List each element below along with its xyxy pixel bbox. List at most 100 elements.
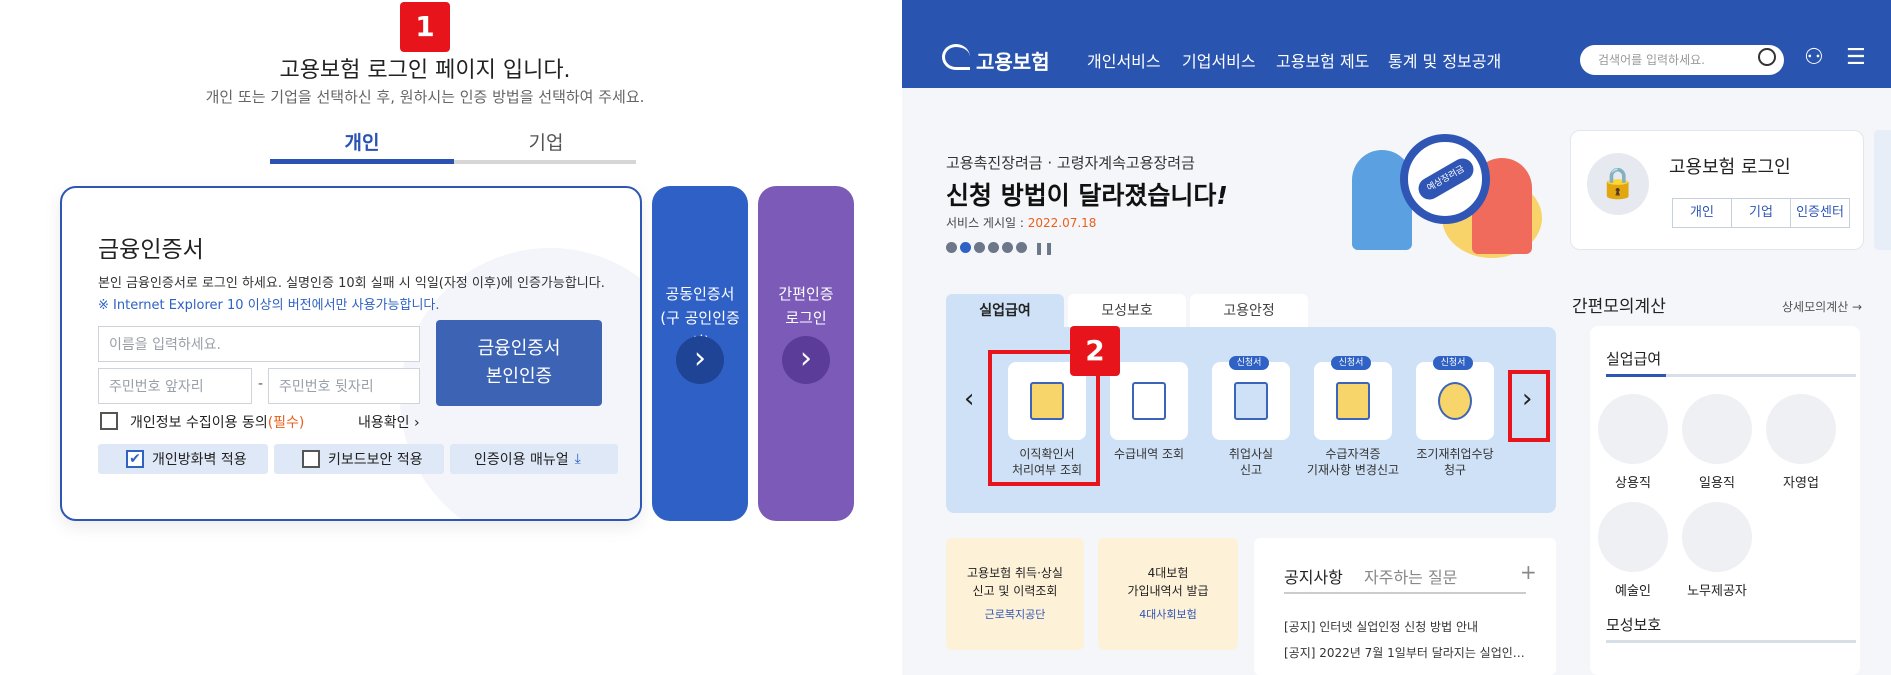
login-business-button[interactable]: 기업	[1731, 198, 1791, 228]
search-input[interactable]: 검색어를 입력하세요.	[1580, 45, 1784, 75]
user-icon[interactable]: ⚇	[1804, 46, 1826, 70]
illustration-sign: 예상장려금	[1414, 154, 1478, 204]
nav-business-services[interactable]: 기업서비스	[1182, 48, 1256, 72]
quick-card-line1: 4대보험	[1147, 566, 1189, 580]
auth-button-line1: 금융인증서	[477, 338, 561, 359]
logo-text[interactable]: 고용보험	[976, 46, 1050, 75]
calc-item-label[interactable]: 자영업	[1756, 472, 1846, 491]
badge-application: 신청서	[1433, 356, 1473, 370]
calc-item-label[interactable]: 일용직	[1672, 472, 1762, 491]
calc-section-maternity: 모성보호	[1606, 616, 1662, 634]
tab-business[interactable]: 기업	[454, 128, 638, 155]
badge-application: 신청서	[1229, 356, 1269, 370]
page-title: 고용보험 로그인 페이지 입니다.	[279, 58, 571, 83]
annotation-marker-1: 1	[400, 2, 450, 52]
keyboard-security-option[interactable]: 키보드보안 적용	[274, 444, 444, 474]
slide-dot[interactable]	[946, 242, 957, 253]
simple-auth-button[interactable]: 간편인증 로그인 ›	[758, 186, 854, 521]
manual-label: 인증이용 매뉴얼	[474, 452, 569, 468]
lock-icon: 🔒	[1587, 153, 1649, 215]
more-icon[interactable]: +	[1520, 560, 1537, 584]
banner-illustration: 예상장려금	[1322, 128, 1552, 258]
palette-icon[interactable]	[1598, 502, 1668, 572]
auth-button-line2: 본인인증	[485, 366, 553, 387]
name-input[interactable]: 이름을 입력하세요.	[98, 326, 420, 362]
service-icon-card[interactable]	[1110, 362, 1188, 440]
calc-item-label[interactable]: 노무제공자	[1672, 580, 1762, 599]
cert-card-title: 금융인증서	[98, 237, 204, 263]
consent-link-text: 내용확인	[358, 415, 410, 431]
financial-cert-auth-button[interactable]: 금융인증서 본인인증	[436, 320, 602, 406]
tab-unemployment-benefit[interactable]: 실업급여	[946, 294, 1064, 328]
pause-icon[interactable]: ❚❚	[1034, 241, 1054, 255]
slide-dot[interactable]	[988, 242, 999, 253]
clock-coins-icon[interactable]	[1682, 394, 1752, 464]
service-label-line1: 수급내역 조회	[1113, 447, 1185, 461]
service-icon-card[interactable]	[1314, 362, 1392, 440]
quick-card-line1: 고용보험 취득·상실	[967, 566, 1063, 580]
tab-personal[interactable]: 개인	[270, 128, 454, 155]
service-label-line2: 청구	[1443, 463, 1467, 477]
service-icon-card[interactable]	[1212, 362, 1290, 440]
rrn-back-input[interactable]: 주민번호 뒷자리	[268, 368, 420, 404]
notice-item[interactable]: [공지] 2022년 7월 1일부터 달라지는 실업인…	[1284, 644, 1525, 661]
consent-label: 개인정보 수집이용 동의(필수)	[130, 412, 304, 432]
login-personal-button[interactable]: 개인	[1672, 198, 1732, 228]
service-label[interactable]: 취업사실 신고	[1196, 446, 1306, 478]
login-cert-center-button[interactable]: 인증센터	[1790, 198, 1850, 228]
checkbox-checked-icon: ✔	[126, 450, 144, 468]
tab-employment-stability[interactable]: 고용안정	[1190, 294, 1308, 328]
notice-item[interactable]: [공지] 인터넷 실업인정 신청 방법 안내	[1284, 618, 1478, 635]
banner-headline[interactable]: 신청 방법이 달라졌습니다!	[946, 176, 1228, 212]
service-label-line1: 취업사실	[1228, 447, 1274, 461]
quick-card-insurance-history[interactable]: 고용보험 취득·상실 신고 및 이력조회 근로복지공단	[946, 538, 1084, 650]
calc-item-label[interactable]: 상용직	[1588, 472, 1678, 491]
slide-dot[interactable]	[974, 242, 985, 253]
joint-cert-button[interactable]: 공동인증서 (구 공인인증서) ›	[652, 186, 748, 521]
quick-card-org: 4대사회보험	[1139, 608, 1197, 621]
search-icon[interactable]	[1758, 48, 1776, 66]
chevron-right-icon[interactable]: ›	[1522, 384, 1532, 414]
divider-active	[1606, 374, 1666, 377]
service-label-line2: 기재사항 변경신고	[1306, 463, 1400, 477]
calendar-coins-icon[interactable]	[1598, 394, 1668, 464]
simple-auth-line1: 간편인증	[778, 285, 834, 303]
chevron-left-icon[interactable]: ‹	[964, 384, 974, 414]
side-quick-tab[interactable]	[1874, 130, 1891, 250]
tab-notice[interactable]: 공지사항	[1284, 564, 1343, 588]
manual-download-button[interactable]: 인증이용 매뉴얼 ⤓	[450, 444, 618, 474]
quick-card-line2: 가입내역서 발급	[1127, 584, 1209, 598]
consent-view-link[interactable]: 내용확인 ›	[358, 412, 420, 432]
service-label[interactable]: 조기재취업수당 청구	[1400, 446, 1510, 478]
banner-date-value: 2022.07.18	[1027, 216, 1097, 230]
consent-checkbox[interactable]	[100, 412, 118, 430]
tab-faq[interactable]: 자주하는 질문	[1364, 564, 1457, 588]
nav-statistics[interactable]: 통계 및 정보공개	[1388, 48, 1501, 72]
badge-application: 신청서	[1331, 356, 1371, 370]
page-subtitle: 개인 또는 기업을 선택하신 후, 원하시는 인증 방법을 선택하여 주세요.	[205, 88, 645, 106]
banner-date-label: 서비스 게시일 :	[946, 216, 1028, 230]
banner-headline-mark: !	[1216, 181, 1228, 210]
simple-auth-line2: 로그인	[785, 309, 827, 327]
store-icon[interactable]	[1766, 394, 1836, 464]
service-label[interactable]: 수급자격증 기재사항 변경신고	[1298, 446, 1408, 478]
slide-dot[interactable]	[1016, 242, 1027, 253]
rrn-front-input[interactable]: 주민번호 앞자리	[98, 368, 252, 404]
nav-insurance-system[interactable]: 고용보험 제도	[1276, 48, 1369, 72]
service-label[interactable]: 수급내역 조회	[1094, 446, 1204, 462]
calc-item-label[interactable]: 예술인	[1588, 580, 1678, 599]
quick-card-four-insurance[interactable]: 4대보험 가입내역서 발급 4대사회보험	[1098, 538, 1238, 650]
slide-dot-active[interactable]	[960, 242, 971, 253]
menu-icon[interactable]: ☰	[1846, 46, 1866, 70]
calc-detail-link[interactable]: 상세모의계산 →	[1782, 298, 1862, 315]
service-icon-card[interactable]	[1416, 362, 1494, 440]
helmet-icon[interactable]	[1682, 502, 1752, 572]
hand-coin-icon	[1438, 382, 1472, 420]
divider	[1284, 592, 1526, 594]
tab-maternity[interactable]: 모성보호	[1068, 294, 1186, 328]
nav-personal-services[interactable]: 개인서비스	[1087, 48, 1161, 72]
top-navigation: 고용보험 개인서비스 기업서비스 고용보험 제도 통계 및 정보공개 검색어를 …	[902, 0, 1891, 88]
magnifier-icon: 예상장려금	[1400, 134, 1490, 224]
firewall-option[interactable]: ✔ 개인방화벽 적용	[98, 444, 268, 474]
slide-dot[interactable]	[1002, 242, 1013, 253]
